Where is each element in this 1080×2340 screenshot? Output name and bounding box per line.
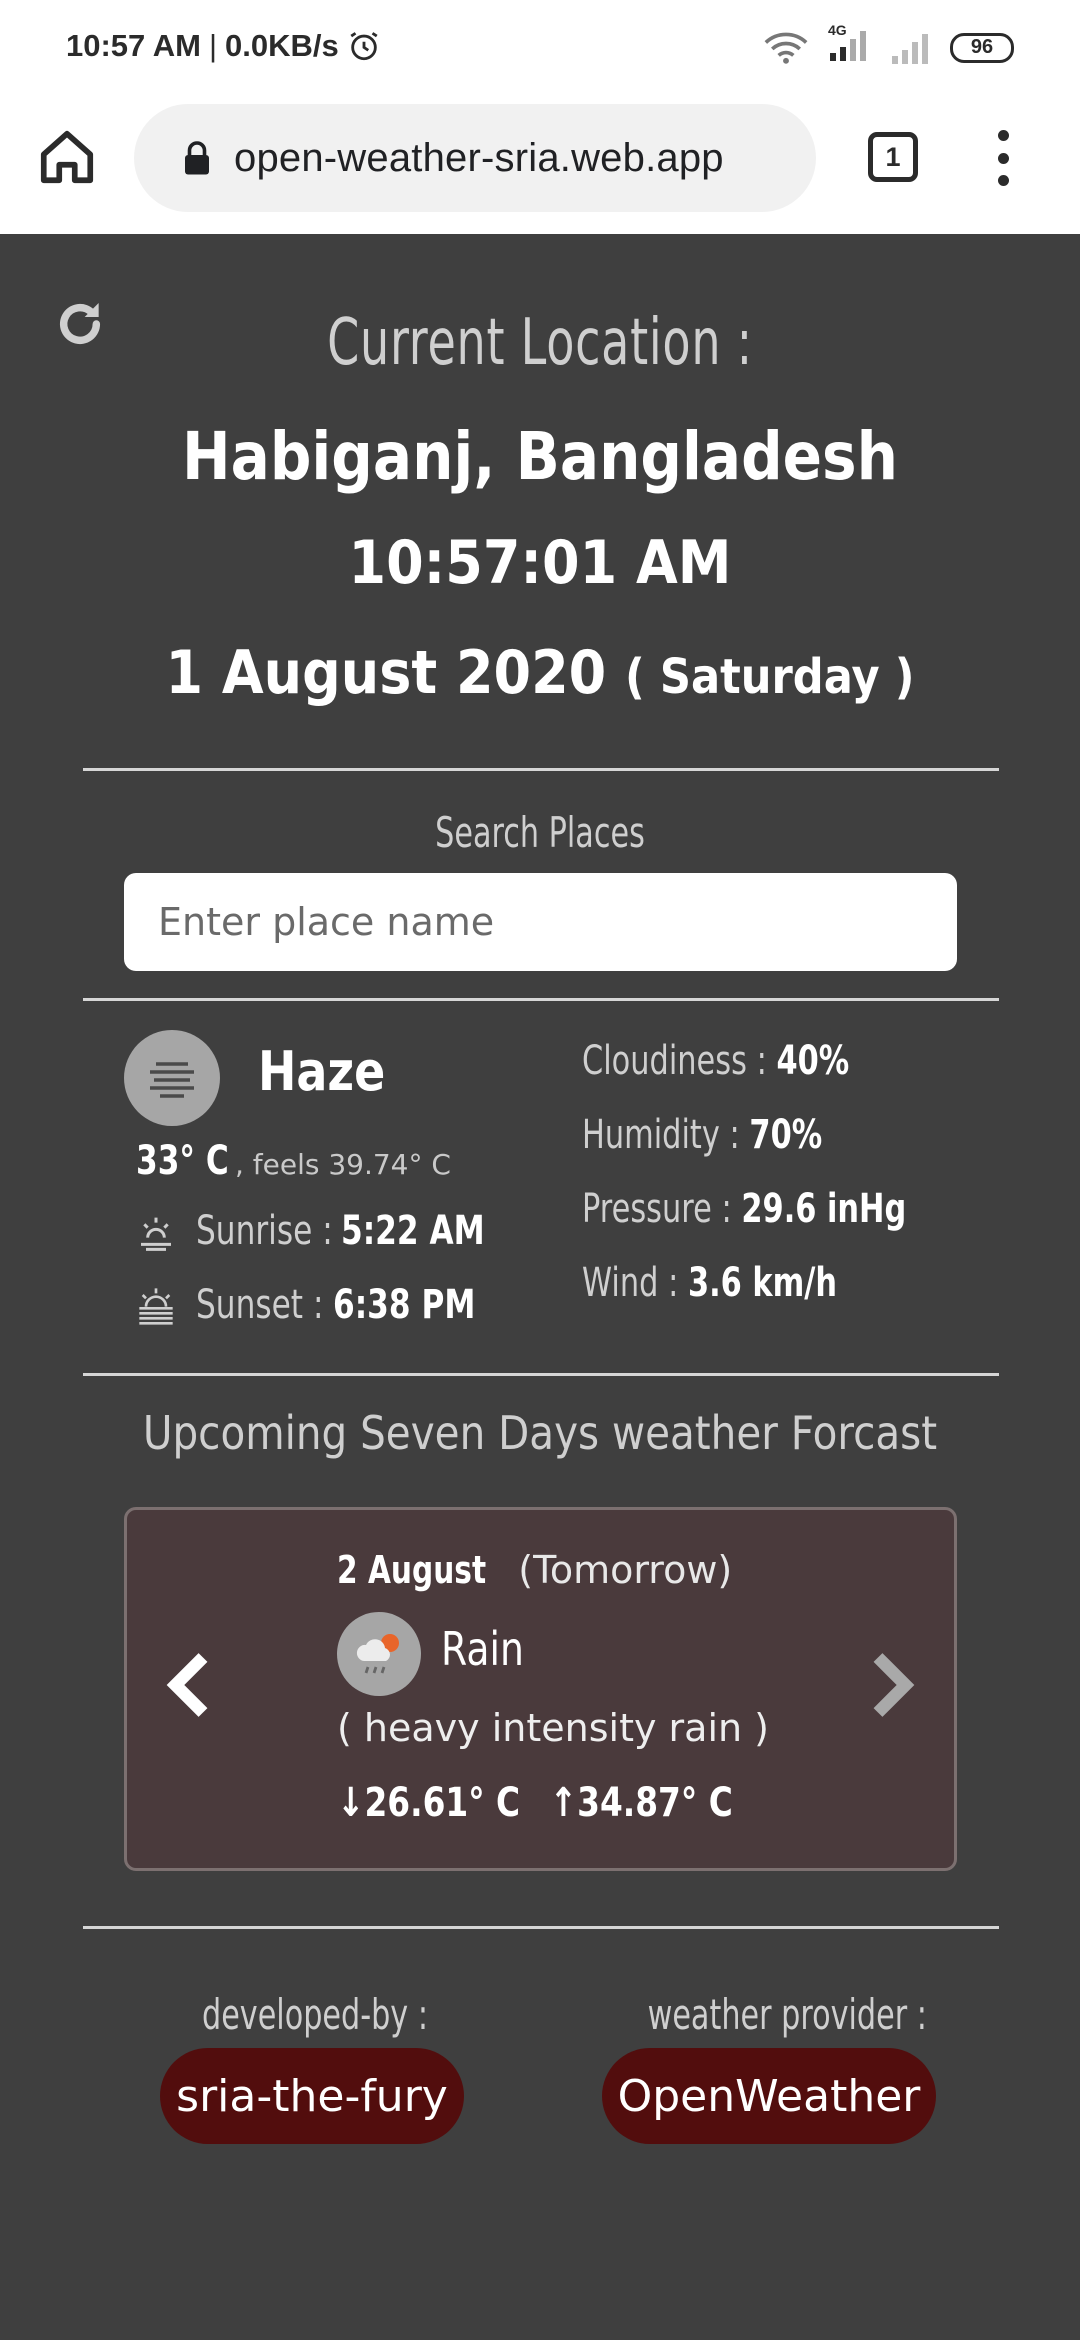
more-vert-icon[interactable]	[993, 130, 1013, 186]
feels-like: , feels 39.74° C	[234, 1148, 451, 1181]
location-name: Habiganj, Bangladesh	[182, 418, 898, 495]
address-bar[interactable]: open-weather-sria.web.app	[134, 104, 816, 212]
refresh-icon[interactable]	[52, 296, 108, 352]
provider-label: weather provider :	[647, 1990, 927, 2039]
stat-value: 29.6 inHg	[741, 1186, 907, 1232]
forecast-title: Upcoming Seven Days weather Forcast	[142, 1406, 938, 1460]
tabs-icon[interactable]: 1	[868, 132, 918, 182]
search-label: Search Places	[435, 808, 645, 857]
developer-link[interactable]: sria-the-fury	[160, 2048, 464, 2144]
wifi-icon	[764, 32, 808, 64]
stat-label: Pressure :	[582, 1186, 742, 1232]
sunset-row: Sunset : 6:38 PM	[136, 1282, 516, 1328]
rain-icon	[337, 1612, 421, 1696]
weather-stats: Cloudiness : 40% Humidity : 70% Pressure…	[582, 1038, 1009, 1334]
temperature-line: 33° C, feels 39.74° C	[136, 1138, 451, 1184]
chevron-right-icon[interactable]	[868, 1650, 918, 1720]
weather-condition: Haze	[258, 1040, 386, 1103]
status-time: 10:57 AM	[66, 28, 201, 63]
sunrise-label: Sunrise :	[196, 1208, 333, 1254]
divider	[83, 768, 999, 771]
sunrise-icon	[141, 1217, 171, 1251]
current-time: 10:57:01 AM	[348, 528, 732, 598]
signal-group: 4G	[826, 22, 870, 67]
signal-icon-2	[892, 33, 928, 64]
divider	[83, 1926, 999, 1929]
stat-cloudiness: Cloudiness : 40%	[582, 1038, 906, 1112]
search-input[interactable]	[124, 873, 957, 971]
stat-label: Humidity :	[582, 1112, 750, 1158]
sunset-value: 6:38 PM	[333, 1282, 476, 1328]
sunrise-row: Sunrise : 5:22 AM	[136, 1208, 525, 1254]
stat-pressure: Pressure : 29.6 inHg	[582, 1186, 906, 1260]
divider	[83, 1373, 999, 1376]
date-text: 1 August 2020	[165, 638, 607, 708]
day-text: ( Saturday )	[625, 649, 915, 705]
haze-icon	[124, 1030, 220, 1126]
forecast-condition: Rain	[441, 1622, 524, 1676]
current-date: 1 August 2020 ( Saturday )	[54, 638, 1026, 708]
provider-link[interactable]: OpenWeather	[602, 2048, 936, 2144]
forecast-description: ( heavy intensity rain )	[337, 1706, 769, 1750]
forecast-high: ↑34.87° C	[549, 1780, 733, 1826]
status-separator: |	[208, 28, 218, 63]
battery-icon: 96	[950, 32, 1014, 63]
status-right: 4G 96	[764, 22, 1014, 67]
stat-label: Cloudiness :	[582, 1038, 777, 1084]
sunset-label: Sunset :	[196, 1282, 324, 1328]
forecast-date-note: (Tomorrow)	[506, 1548, 733, 1592]
home-icon[interactable]	[36, 126, 98, 188]
status-bar: 10:57 AM | 0.0KB/s 4G 96	[0, 0, 1080, 100]
temperature: 33° C	[136, 1138, 229, 1184]
network-type: 4G	[828, 22, 847, 38]
stat-humidity: Humidity : 70%	[582, 1112, 906, 1186]
url-text: open-weather-sria.web.app	[234, 135, 724, 180]
stat-label: Wind :	[582, 1260, 688, 1306]
divider	[83, 998, 999, 1001]
status-left: 10:57 AM | 0.0KB/s	[66, 28, 381, 64]
forecast-date-value: 2 August	[337, 1548, 487, 1592]
sunset-icon	[139, 1288, 173, 1325]
location-heading: Current Location :	[327, 306, 753, 380]
lock-icon	[185, 141, 209, 175]
browser-toolbar: open-weather-sria.web.app 1	[0, 100, 1080, 234]
stat-wind: Wind : 3.6 km/h	[582, 1260, 906, 1334]
forecast-date: 2 August (Tomorrow)	[337, 1548, 732, 1592]
net-speed: 0.0KB/s	[225, 28, 339, 63]
stat-value: 40%	[776, 1038, 850, 1084]
forecast-temps: ↓26.61° C ↑34.87° C	[337, 1780, 733, 1826]
tab-count: 1	[885, 141, 901, 172]
developed-by-label: developed-by :	[202, 1990, 429, 2039]
forecast-card: 2 August (Tomorrow) Rain ( heavy intensi…	[124, 1507, 957, 1871]
battery-level: 96	[970, 36, 994, 58]
chevron-left-icon[interactable]	[163, 1650, 213, 1720]
stat-value: 3.6 km/h	[687, 1260, 838, 1306]
sunrise-value: 5:22 AM	[341, 1208, 485, 1254]
forecast-low: ↓26.61° C	[337, 1780, 521, 1826]
alarm-icon	[350, 32, 378, 61]
stat-value: 70%	[749, 1112, 823, 1158]
